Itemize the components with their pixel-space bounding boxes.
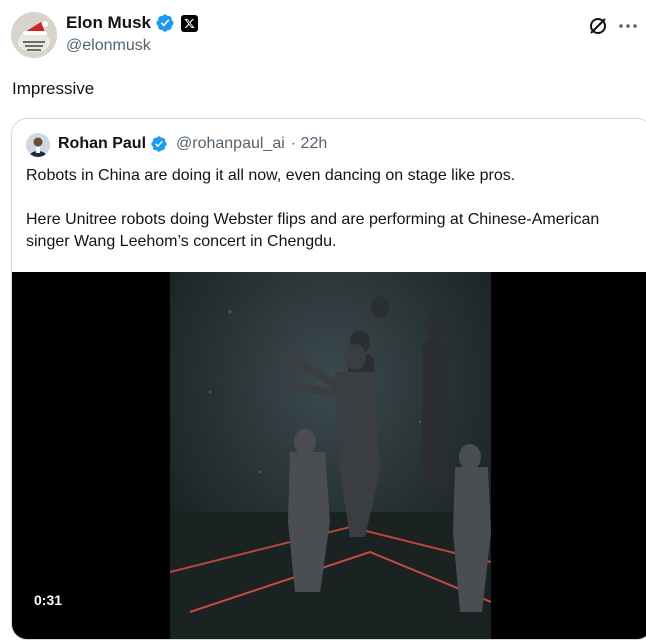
quoted-time[interactable]: · 22h (291, 135, 327, 153)
quoted-post[interactable]: Rohan Paul @rohanpaul_ai · 22h Robots in… (11, 118, 646, 640)
quoted-text: Robots in China are doing it all now, ev… (26, 165, 626, 253)
author-name[interactable]: Elon Musk (66, 13, 151, 33)
author-name-row: Elon Musk (66, 13, 199, 33)
x-logo-icon (181, 14, 199, 32)
post: Elon Musk @elonmusk Impressive Rohan Pau… (0, 0, 646, 640)
tweet-text: Impressive (12, 79, 95, 98)
quoted-header: Rohan Paul @rohanpaul_ai · 22h (58, 135, 327, 153)
author-avatar[interactable] (11, 12, 57, 58)
quoted-author-handle[interactable]: @rohanpaul_ai (176, 135, 285, 153)
verified-badge-icon (151, 136, 167, 152)
quoted-author-name[interactable]: Rohan Paul (58, 135, 146, 153)
video-frame (170, 272, 491, 639)
author-handle[interactable]: @elonmusk (66, 37, 151, 55)
video-player[interactable]: 0:31 (12, 272, 646, 639)
grok-icon[interactable] (586, 14, 610, 38)
more-icon[interactable] (616, 14, 640, 38)
video-duration: 0:31 (26, 590, 71, 610)
quoted-paragraph: Robots in China are doing it all now, ev… (26, 167, 516, 184)
verified-badge-icon (156, 14, 174, 32)
quoted-author-avatar[interactable] (26, 133, 50, 157)
post-actions (586, 14, 646, 40)
quoted-paragraph: Here Unitree robots doing Webster flips … (26, 211, 600, 250)
